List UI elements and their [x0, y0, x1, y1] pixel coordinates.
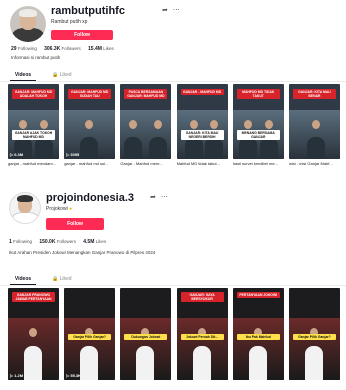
- video-card[interactable]: Dukungan Jokowi: [120, 288, 172, 388]
- video-thumbnail[interactable]: GANJAR - MAHFUD MD GANJAR: KITA MAU NEGE…: [176, 84, 228, 159]
- followers-count: 150.0K: [39, 239, 56, 245]
- share-icon[interactable]: ➦: [162, 7, 168, 14]
- profile-bio: Ikut Arahan Presiden Jokowi Menangkan Ga…: [9, 250, 156, 255]
- video-thumbnail[interactable]: Ganjar Pilih Ganjar? ▷ 55.3K: [64, 288, 116, 380]
- share-icon[interactable]: ➦: [150, 194, 156, 201]
- video-caption-top: PASCA BERSAMAAN GANJAR: MAHFUD MD: [124, 89, 168, 99]
- video-views: ▷ 6.3M: [10, 152, 24, 157]
- video-title[interactable]: Mahfud MD tidak takut...: [177, 161, 228, 166]
- profile-nickname: Projokowi ●: [46, 206, 72, 212]
- video-thumbnail[interactable]: GANJAR: MAHFUD MD ADALAH TOKOH GANJAR AJ…: [8, 84, 59, 159]
- follow-button[interactable]: Follow: [46, 218, 104, 230]
- video-thumbnail[interactable]: PERTANYAAN JOKOWI Ibu Pak Mahfud: [232, 288, 284, 380]
- video-caption-mid: Dukungan Jokowi: [124, 334, 168, 340]
- video-thumbnail[interactable]: Ganjar Pilih Ganjar?: [288, 288, 340, 380]
- video-caption-mid: Jokowi Pernah Dit...: [180, 334, 224, 340]
- video-thumbnail[interactable]: Dukungan Jokowi: [120, 288, 172, 380]
- video-card[interactable]: Ganjar Pilih Ganjar?: [288, 288, 340, 388]
- video-card[interactable]: Ganjar Pilih Ganjar? ▷ 55.3K: [64, 288, 116, 388]
- following-count: 29: [11, 46, 17, 52]
- profile-rambutputihfc: rambutputihfc Rambut putih xp Follow ➦ ⋯ …: [0, 0, 346, 182]
- video-grid: GANJAR PRANOWO JAWAB PERTANYAAN ▷ 1.2M G…: [8, 288, 340, 388]
- video-title[interactable]: ganjar - mahfud mendam...: [8, 161, 59, 166]
- video-caption-top: GANJAR: SAYA BERSYUKUR: [180, 292, 224, 302]
- video-caption-top: GANJAR PRANOWO JAWAB PERTANYAAN: [12, 292, 55, 302]
- tabs-divider: [0, 81, 346, 82]
- video-caption-mid: GANJAR: KITA MAU NEGERI BERSIH: [180, 130, 224, 140]
- video-caption-top: PERTANYAAN JOKOWI: [236, 292, 280, 298]
- video-caption-top: GANJAR: MAHFUD MD SUDAH TAU: [68, 89, 112, 99]
- tab-liked[interactable]: 🔒 Liked: [52, 276, 72, 282]
- video-caption-top: GANJAR: KITA MAU BENAR: [292, 89, 336, 99]
- following-label: Following: [17, 46, 37, 51]
- profile-username: projoindonesia.3: [46, 192, 135, 204]
- likes-label: Likes: [95, 239, 107, 244]
- following-count: 1: [9, 239, 12, 245]
- likes-count: 15.4M: [88, 46, 102, 52]
- video-card[interactable]: GANJAR: MAHFUD MD SUDAH TAU ▷ 3095 ganja…: [64, 84, 116, 169]
- followers-count: 306.3K: [44, 46, 61, 52]
- tab-videos[interactable]: Videos: [10, 72, 36, 78]
- video-thumbnail[interactable]: GANJAR: SAYA BERSYUKUR Jokowi Pernah Dit…: [176, 288, 228, 380]
- video-thumbnail[interactable]: PASCA BERSAMAAN GANJAR: MAHFUD MD: [120, 84, 172, 159]
- video-title[interactable]: hasil survei kredibel me...: [233, 161, 284, 166]
- video-card[interactable]: MAHFUD MD TIDAK TAKUT MENANG BERSAMA GAN…: [232, 84, 284, 169]
- profile-nickname: Rambut putih xp: [51, 19, 88, 25]
- video-card[interactable]: GANJAR: KITA MAU BENAR wisi - misi Ganja…: [288, 84, 340, 169]
- profile-projoindonesia: projoindonesia.3 Projokowi ● Follow ➦ ⋯ 1…: [0, 184, 346, 390]
- emoji-icon: ●: [69, 206, 73, 212]
- video-thumbnail[interactable]: GANJAR: MAHFUD MD SUDAH TAU ▷ 3095: [64, 84, 116, 159]
- video-caption-top: GANJAR - MAHFUD MD: [180, 89, 224, 95]
- video-caption-mid: MENANG BERSAMA GANJAR: [236, 130, 280, 140]
- more-icon[interactable]: ⋯: [161, 194, 168, 201]
- video-title[interactable]: wisi - misi Ganjar Mahf...: [289, 161, 340, 166]
- video-title[interactable]: Ganjar - Mahfud mem...: [120, 161, 171, 166]
- tab-videos[interactable]: Videos: [10, 276, 36, 282]
- video-thumbnail[interactable]: MAHFUD MD TIDAK TAKUT MENANG BERSAMA GAN…: [232, 84, 284, 159]
- profile-nickname-text: Projokowi: [46, 206, 68, 212]
- video-card[interactable]: GANJAR - MAHFUD MD GANJAR: KITA MAU NEGE…: [176, 84, 228, 169]
- tab-liked-label: Liked: [59, 72, 72, 78]
- video-views: ▷ 55.3K: [66, 373, 82, 378]
- video-thumbnail[interactable]: GANJAR: KITA MAU BENAR: [288, 84, 340, 159]
- followers-label: Followers: [56, 239, 76, 244]
- video-views: ▷ 3095: [66, 152, 80, 157]
- video-caption-mid: GANJAR AJAK TOKOH MAHFUD MD: [12, 130, 55, 140]
- follow-button[interactable]: Follow: [51, 30, 113, 40]
- video-title[interactable]: ganjar - mahfud md sul...: [64, 161, 115, 166]
- more-icon[interactable]: ⋯: [173, 7, 180, 14]
- tab-liked-label: Liked: [59, 276, 72, 282]
- followers-label: Followers: [61, 46, 81, 51]
- video-views: ▷ 1.2M: [10, 373, 24, 378]
- likes-count: 4.5M: [83, 239, 95, 245]
- profile-avatar[interactable]: [10, 6, 46, 42]
- video-card[interactable]: PERTANYAAN JOKOWI Ibu Pak Mahfud: [232, 288, 284, 388]
- following-label: Following: [13, 239, 33, 244]
- video-card[interactable]: GANJAR: SAYA BERSYUKUR Jokowi Pernah Dit…: [176, 288, 228, 388]
- likes-label: Likes: [103, 46, 114, 51]
- profile-stats: 1 Following 150.0K Followers 4.5M Likes: [9, 239, 106, 245]
- video-grid: GANJAR: MAHFUD MD ADALAH TOKOH GANJAR AJ…: [8, 84, 340, 169]
- tab-liked[interactable]: 🔒 Liked: [52, 72, 72, 78]
- video-thumbnail[interactable]: GANJAR PRANOWO JAWAB PERTANYAAN ▷ 1.2M: [8, 288, 59, 380]
- video-card[interactable]: GANJAR PRANOWO JAWAB PERTANYAAN ▷ 1.2M: [8, 288, 59, 388]
- video-caption-mid: Ganjar Pilih Ganjar?: [68, 334, 112, 340]
- video-caption-mid: Ibu Pak Mahfud: [236, 334, 280, 340]
- profile-bio: Informasi si rambut putih: [11, 55, 61, 60]
- profile-username: rambutputihfc: [51, 5, 125, 17]
- video-caption-top: GANJAR: MAHFUD MD ADALAH TOKOH: [12, 89, 55, 99]
- video-card[interactable]: PASCA BERSAMAAN GANJAR: MAHFUD MD Ganjar…: [120, 84, 172, 169]
- profile-stats: 29 Following 306.3K Followers 15.4M Like…: [11, 46, 114, 52]
- video-caption-top: MAHFUD MD TIDAK TAKUT: [236, 89, 280, 99]
- profile-avatar[interactable]: [9, 192, 41, 224]
- video-card[interactable]: GANJAR: MAHFUD MD ADALAH TOKOH GANJAR AJ…: [8, 84, 59, 169]
- profile-actions: ➦ ⋯: [150, 193, 173, 201]
- video-caption-mid: Ganjar Pilih Ganjar?: [292, 334, 336, 340]
- tabs-divider: [0, 285, 346, 286]
- profile-actions: ➦ ⋯: [162, 6, 185, 14]
